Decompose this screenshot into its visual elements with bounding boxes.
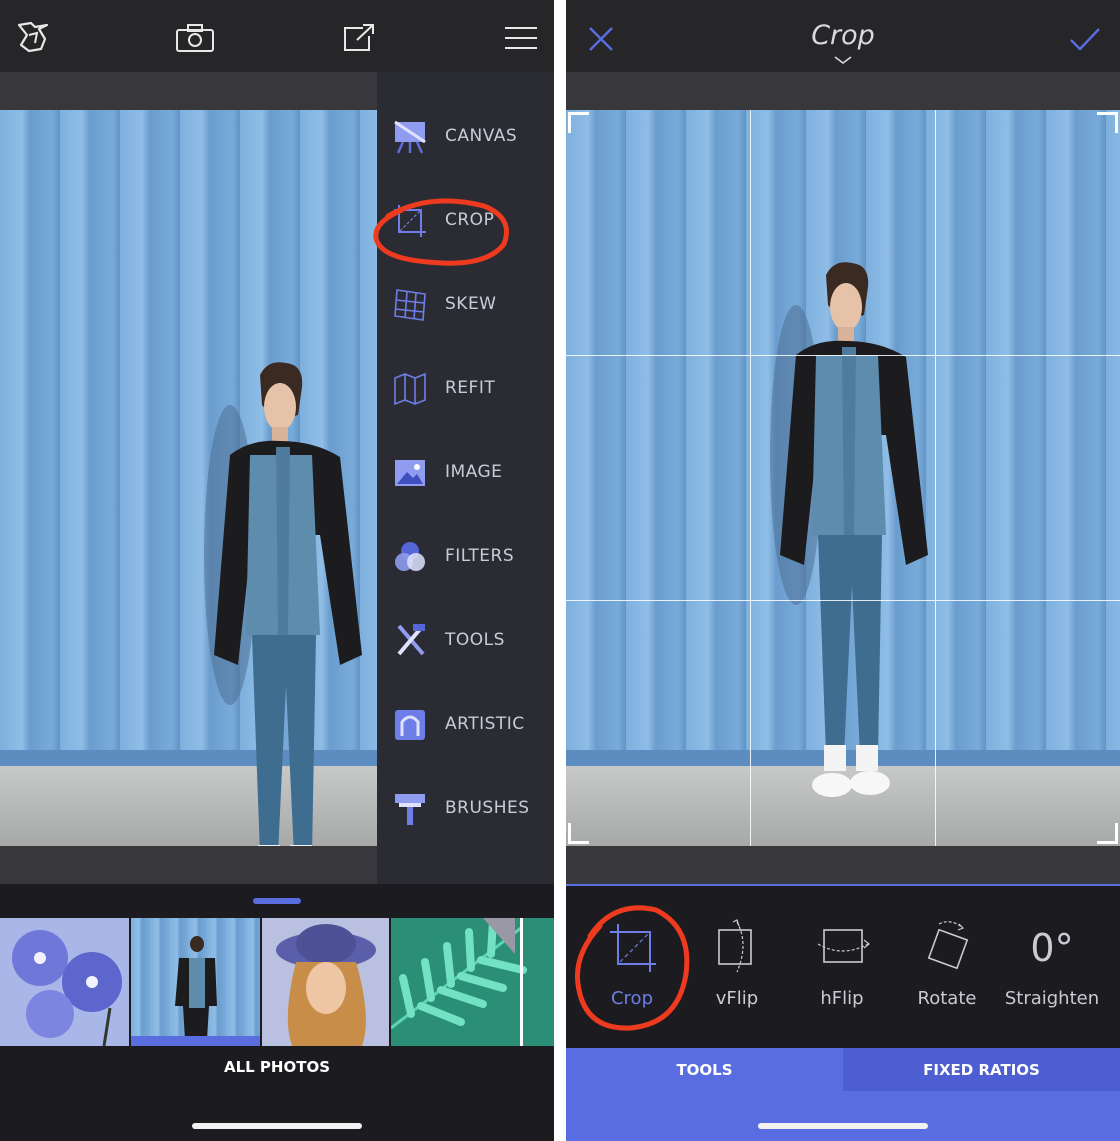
canvas-top-margin	[566, 72, 1120, 110]
photo-thumb-selected[interactable]	[131, 918, 260, 1046]
menu-item-label: BRUSHES	[445, 798, 530, 818]
tool-label: Rotate	[917, 988, 977, 1009]
tool-vflip[interactable]: vFlip	[685, 910, 789, 1020]
app-logo-icon[interactable]	[10, 16, 54, 60]
crop-handle-top-left[interactable]	[568, 112, 589, 133]
menu-item-artistic[interactable]: ARTISTIC	[377, 695, 554, 755]
crop-grid-line	[935, 110, 936, 846]
menu-item-label: REFIT	[445, 378, 496, 398]
vflip-icon	[718, 919, 752, 973]
menu-item-label: FILTERS	[445, 546, 515, 566]
highlight-circle-annotation	[373, 198, 509, 266]
tool-straighten[interactable]: 0° Straighten	[1000, 910, 1104, 1020]
highlight-circle-annotation	[574, 905, 690, 1031]
brush-icon	[395, 794, 425, 825]
hflip-icon	[817, 929, 870, 963]
menu-item-canvas[interactable]: CANVAS	[377, 107, 554, 167]
menu-item-label: ARTISTIC	[445, 714, 525, 734]
tool-label: vFlip	[715, 988, 759, 1009]
tool-label: hFlip	[820, 988, 864, 1009]
tools-divider	[566, 884, 1120, 886]
crop-photo-canvas[interactable]	[566, 110, 1120, 846]
menu-item-label: CANVAS	[445, 126, 518, 146]
share-export-icon[interactable]	[336, 16, 382, 60]
menu-item-image[interactable]: IMAGE	[377, 443, 554, 503]
photo-thumb-hat-portrait[interactable]	[262, 918, 389, 1046]
crop-grid-line	[566, 355, 1120, 356]
crop-handle-bottom-right[interactable]	[1097, 823, 1118, 844]
person-figure	[204, 362, 362, 846]
image-icon	[395, 460, 425, 486]
tools-side-menu: CANVAS CROP SKEW REFIT IMAGE FILTERS TOO…	[377, 72, 554, 884]
person-figure	[770, 262, 928, 797]
menu-item-skew[interactable]: SKEW	[377, 275, 554, 335]
drag-handle[interactable]	[253, 898, 301, 904]
crop-handle-bottom-left[interactable]	[568, 823, 589, 844]
close-icon[interactable]	[580, 18, 622, 60]
menu-item-label: TOOLS	[445, 630, 505, 650]
tab-fixed-ratios[interactable]: FIXED RATIOS	[843, 1048, 1120, 1091]
menu-item-tools[interactable]: TOOLS	[377, 611, 554, 671]
crop-handle-top-right[interactable]	[1097, 112, 1118, 133]
chevron-down-icon[interactable]	[834, 56, 852, 65]
photo-thumb-fern[interactable]	[391, 918, 554, 1046]
tool-label: Straighten	[1004, 988, 1100, 1009]
filters-icon	[395, 542, 425, 571]
screen-title[interactable]: Crop	[743, 20, 943, 51]
straighten-value: 0°	[1030, 926, 1074, 970]
bottom-tabs: TOOLS FIXED RATIOS	[566, 1048, 1120, 1141]
menu-item-refit[interactable]: REFIT	[377, 359, 554, 419]
menu-item-brushes[interactable]: BRUSHES	[377, 779, 554, 839]
crop-grid-line	[566, 600, 1120, 601]
menu-item-filters[interactable]: FILTERS	[377, 527, 554, 587]
skew-grid-icon	[394, 289, 426, 321]
canvas-bottom-margin	[566, 846, 1120, 884]
photo-library-bar: ALL PHOTOS	[0, 884, 554, 1141]
crop-top-bar: Crop	[566, 0, 1120, 72]
home-indicator[interactable]	[192, 1123, 362, 1129]
tool-rotate[interactable]: Rotate	[895, 910, 999, 1020]
editor-main-screen: CANVAS CROP SKEW REFIT IMAGE FILTERS TOO…	[0, 0, 554, 1141]
crop-grid-line	[750, 110, 751, 846]
menu-item-label: IMAGE	[445, 462, 503, 482]
all-photos-label[interactable]: ALL PHOTOS	[0, 1058, 554, 1076]
photo-canvas[interactable]	[0, 110, 377, 846]
rotate-icon	[927, 921, 969, 970]
menu-item-label: SKEW	[445, 294, 497, 314]
artistic-icon	[395, 710, 425, 740]
camera-icon[interactable]	[172, 16, 218, 60]
tab-tools[interactable]: TOOLS	[566, 1048, 843, 1091]
photo-thumb-flowers[interactable]	[0, 918, 129, 1046]
home-indicator[interactable]	[758, 1123, 928, 1129]
tools-icon	[397, 624, 425, 656]
checkmark-icon[interactable]	[1062, 18, 1108, 60]
refit-icon	[394, 372, 426, 406]
hamburger-menu-icon[interactable]	[498, 16, 544, 60]
tool-hflip[interactable]: hFlip	[790, 910, 894, 1020]
crop-screen: Crop Crop vFlip hFlip Rotate 0° Straight…	[566, 0, 1120, 1141]
canvas-easel-icon	[394, 120, 426, 154]
top-toolbar	[0, 0, 554, 72]
